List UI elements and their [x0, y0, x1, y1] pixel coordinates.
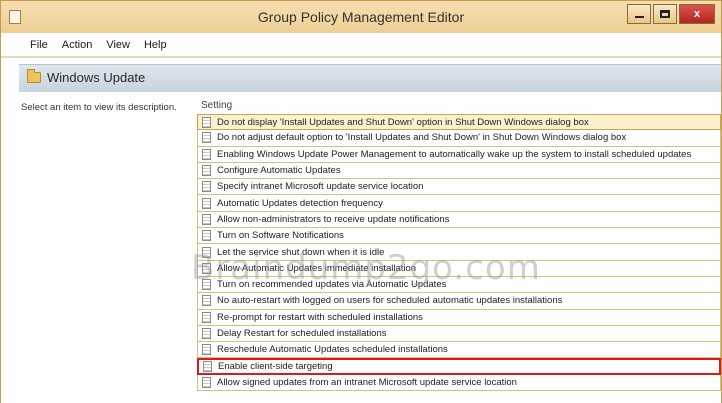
setting-label: Configure Automatic Updates	[217, 165, 341, 177]
setting-label: Automatic Updates detection frequency	[217, 197, 383, 209]
setting-row[interactable]: Turn on Software Notifications	[197, 228, 721, 245]
setting-label: Turn on Software Notifications	[217, 230, 344, 242]
menu-view[interactable]: View	[99, 39, 137, 51]
setting-label: Do not adjust default option to 'Install…	[217, 132, 627, 144]
setting-row[interactable]: Automatic Updates detection frequency	[197, 195, 721, 212]
close-icon: x	[693, 8, 701, 20]
policy-setting-icon	[202, 344, 211, 356]
setting-row[interactable]: Do not display 'Install Updates and Shut…	[197, 114, 721, 131]
policy-setting-icon	[202, 230, 211, 242]
policy-setting-icon	[202, 148, 211, 160]
column-header-setting[interactable]: Setting	[201, 100, 232, 111]
setting-row[interactable]: Configure Automatic Updates	[197, 162, 721, 180]
setting-label: Reschedule Automatic Updates scheduled i…	[217, 344, 448, 356]
policy-setting-icon	[202, 295, 211, 307]
setting-label: Delay Restart for scheduled installation…	[217, 328, 387, 339]
maximize-button[interactable]	[653, 4, 677, 24]
setting-label: Specify intranet Microsoft update servic…	[217, 181, 424, 193]
setting-row[interactable]: Delay Restart for scheduled installation…	[197, 325, 721, 343]
menu-help[interactable]: Help	[137, 39, 174, 51]
title-bar[interactable]: Group Policy Management Editor x	[1, 1, 721, 33]
watermark: Braindump2go.com	[191, 248, 541, 288]
setting-row[interactable]: Allow non-administrators to receive upda…	[197, 211, 721, 229]
setting-row[interactable]: Re-prompt for restart with scheduled ins…	[197, 309, 721, 326]
window-controls: x	[627, 4, 715, 24]
node-title: Windows Update	[47, 70, 146, 85]
setting-row[interactable]: No auto-restart with logged on users for…	[197, 293, 721, 310]
policy-setting-icon	[202, 181, 211, 193]
setting-row[interactable]: Enabling Windows Update Power Management…	[197, 146, 721, 163]
content-area: Windows Update Select an item to view it…	[1, 58, 721, 403]
setting-label: Allow non-administrators to receive upda…	[217, 213, 450, 225]
policy-setting-icon	[202, 116, 211, 128]
setting-row[interactable]: Reschedule Automatic Updates scheduled i…	[197, 342, 721, 359]
policy-setting-icon	[202, 165, 211, 177]
policy-setting-icon	[202, 328, 211, 339]
setting-row[interactable]: Do not adjust default option to 'Install…	[197, 130, 721, 147]
main-window: Group Policy Management Editor x File Ac…	[0, 0, 722, 403]
policy-setting-icon	[202, 376, 211, 388]
menu-bar: File Action View Help	[1, 33, 721, 57]
setting-label: Enable client-side targeting	[218, 361, 333, 373]
setting-label: Re-prompt for restart with scheduled ins…	[217, 311, 423, 323]
setting-label: Allow signed updates from an intranet Mi…	[217, 376, 517, 388]
policy-setting-icon	[202, 213, 211, 225]
minimize-button[interactable]	[627, 4, 651, 24]
description-text: Select an item to view its description.	[21, 102, 177, 113]
menu-action[interactable]: Action	[55, 39, 100, 51]
setting-row[interactable]: Allow signed updates from an intranet Mi…	[197, 374, 721, 392]
setting-label: Do not display 'Install Updates and Shut…	[217, 116, 589, 128]
menu-file[interactable]: File	[23, 39, 55, 51]
policy-setting-icon	[203, 361, 212, 373]
folder-icon	[27, 69, 41, 83]
setting-label: Enabling Windows Update Power Management…	[217, 148, 692, 160]
close-button[interactable]: x	[679, 4, 715, 24]
node-header: Windows Update	[19, 64, 721, 92]
policy-setting-icon	[202, 311, 211, 323]
setting-row[interactable]: Specify intranet Microsoft update servic…	[197, 179, 721, 196]
policy-setting-icon	[202, 197, 211, 209]
policy-setting-icon	[202, 132, 211, 144]
setting-label: No auto-restart with logged on users for…	[217, 295, 563, 307]
setting-row[interactable]: Enable client-side targeting	[197, 358, 721, 375]
window-title: Group Policy Management Editor	[257, 9, 465, 25]
maximize-icon	[660, 10, 670, 18]
minimize-icon	[634, 16, 644, 18]
